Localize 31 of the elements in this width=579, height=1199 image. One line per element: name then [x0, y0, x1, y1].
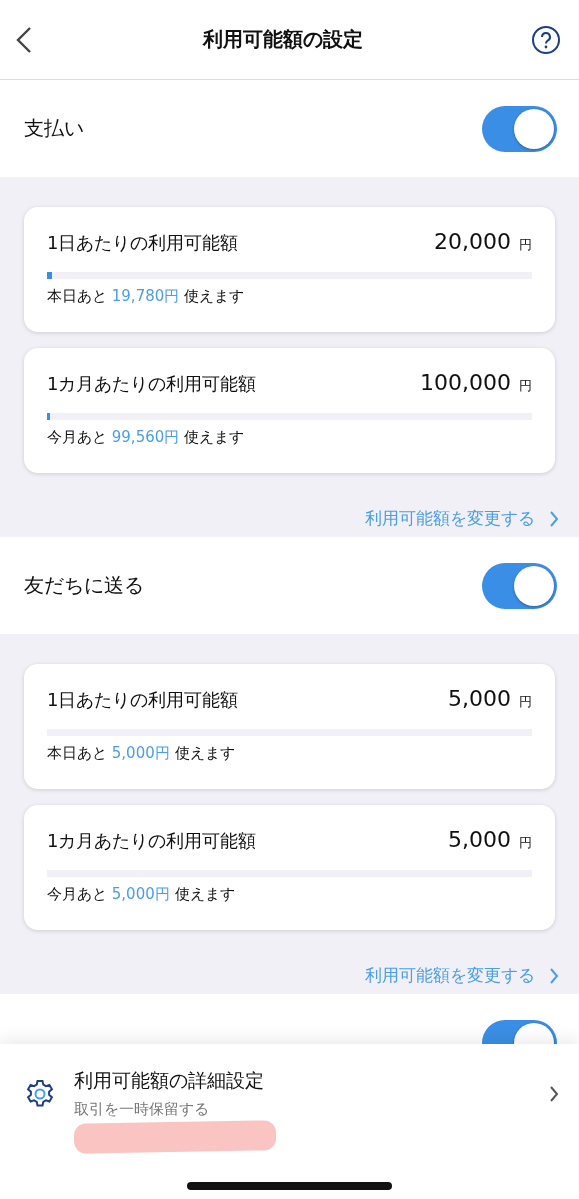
chevron-right-icon — [549, 967, 559, 984]
item-subtitle: 取引を一時保留する — [74, 1100, 210, 1119]
toggle-switch[interactable] — [482, 562, 557, 609]
limit-label: 1日あたりの利用可能額 — [47, 231, 239, 255]
limit-amount: 20,000 — [434, 229, 511, 254]
item-title: 利用可能額の詳細設定 — [74, 1068, 265, 1093]
currency-unit: 円 — [519, 236, 532, 254]
remaining-text: 本日あと 19,780円 使えます — [47, 287, 246, 306]
remaining-text: 今月あと 5,000円 使えます — [47, 885, 236, 904]
currency-unit: 円 — [519, 377, 532, 395]
change-limit-link[interactable]: 利用可能額を変更する — [365, 964, 559, 987]
limit-amount: 5,000 — [448, 686, 511, 711]
section-title: 友だちに送る — [24, 572, 144, 599]
back-icon[interactable] — [14, 25, 34, 54]
chevron-right-icon — [549, 1084, 559, 1103]
currency-unit: 円 — [519, 693, 532, 711]
limit-label: 1日あたりの利用可能額 — [47, 688, 239, 712]
toggle-switch[interactable] — [482, 105, 557, 152]
remaining-text: 今月あと 99,560円 使えます — [47, 428, 246, 447]
chevron-right-icon — [549, 510, 559, 527]
detail-settings-item[interactable]: 利用可能額の詳細設定 取引を一時保留する — [0, 1044, 579, 1119]
change-limit-link[interactable]: 利用可能額を変更する — [365, 507, 559, 530]
section-title: 支払い — [24, 115, 84, 142]
remaining-text: 本日あと 5,000円 使えます — [47, 744, 236, 763]
currency-unit: 円 — [519, 834, 532, 852]
limit-label: 1カ月あたりの利用可能額 — [47, 372, 257, 396]
limit-amount: 100,000 — [420, 370, 511, 395]
page-title: 利用可能額の設定 — [202, 26, 363, 53]
limit-label: 1カ月あたりの利用可能額 — [47, 829, 257, 853]
limit-amount: 5,000 — [448, 827, 511, 852]
help-icon[interactable] — [531, 24, 561, 55]
